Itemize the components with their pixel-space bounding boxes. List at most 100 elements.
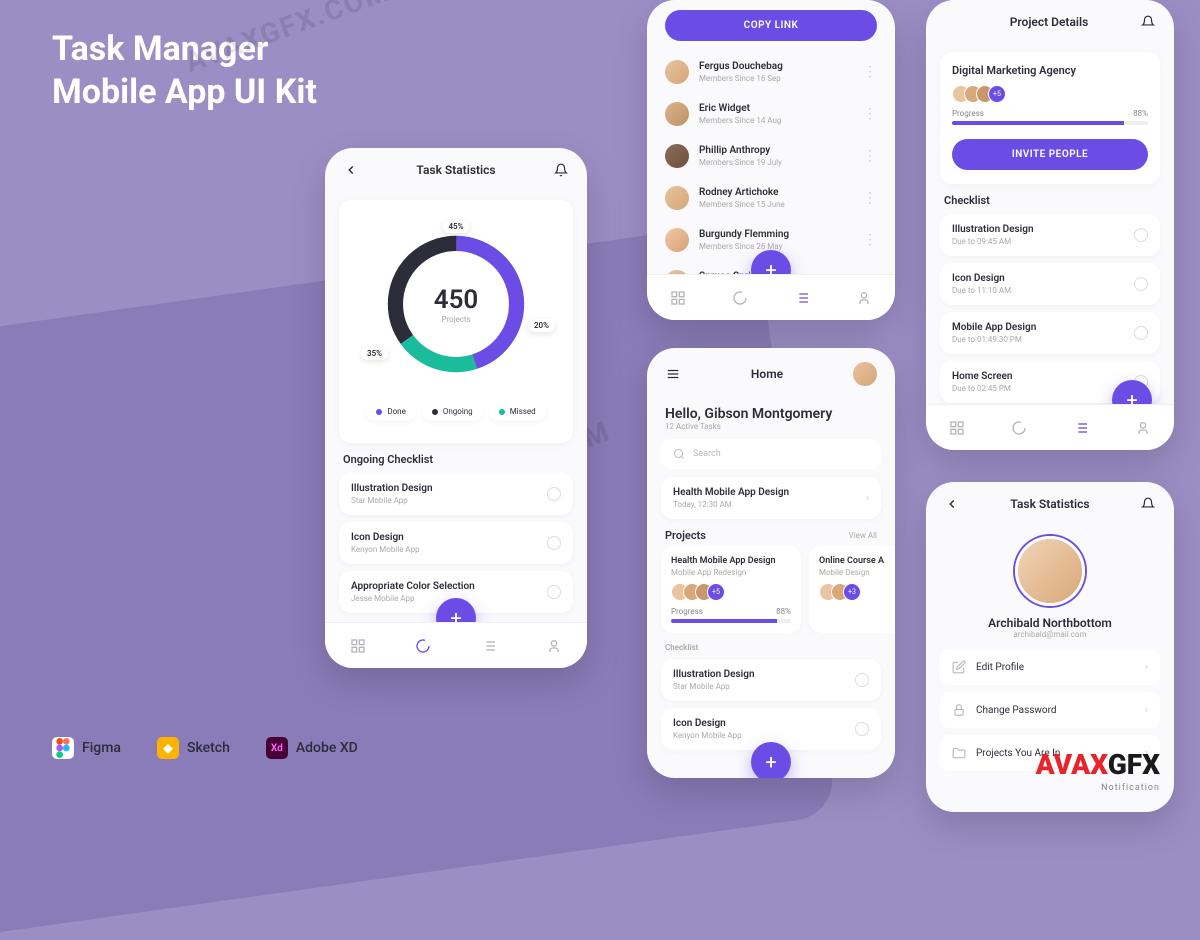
bottom-nav bbox=[647, 274, 895, 320]
nav-list-icon[interactable] bbox=[794, 290, 810, 306]
back-arrow-icon[interactable] bbox=[944, 496, 960, 512]
figma-icon bbox=[52, 737, 74, 759]
checklist-item[interactable]: Illustration DesignStar Mobile App bbox=[339, 473, 573, 515]
nav-user-icon[interactable] bbox=[546, 638, 562, 654]
member-row[interactable]: Fergus DouchebagMembers Since 16 Sep⋮ bbox=[647, 51, 895, 93]
avatar-more: +3 bbox=[843, 583, 861, 601]
nav-chart-icon[interactable] bbox=[415, 638, 431, 654]
featured-task[interactable]: Health Mobile App DesignToday, 12:30 AM› bbox=[661, 477, 881, 519]
site-logo-sub: Notification bbox=[1101, 783, 1160, 793]
checklist-item[interactable]: Icon DesignDue to 11:10 AM bbox=[940, 263, 1160, 305]
member-row[interactable]: Eric WidgetMembers Since 14 Aug⋮ bbox=[647, 93, 895, 135]
fab-add-button[interactable]: + bbox=[751, 742, 791, 778]
radio-icon[interactable] bbox=[1134, 228, 1148, 242]
bottom-nav bbox=[325, 622, 587, 668]
segment-label-ongoing: 35% bbox=[361, 347, 388, 360]
screen-title: Task Statistics bbox=[1010, 497, 1089, 511]
more-icon[interactable]: ⋮ bbox=[863, 69, 877, 75]
project-card[interactable]: Online Course A Mobile Design +3 bbox=[809, 546, 895, 633]
screen-title: Project Details bbox=[1010, 15, 1089, 29]
checklist-item[interactable]: Illustration DesignDue to 09:45 AM bbox=[940, 214, 1160, 256]
projects-label: Projects bbox=[665, 529, 706, 542]
tool-sketch: ◆Sketch bbox=[157, 737, 230, 759]
radio-icon[interactable] bbox=[855, 722, 869, 736]
chevron-right-icon: › bbox=[866, 493, 869, 504]
bell-icon[interactable] bbox=[1140, 14, 1156, 30]
search-input[interactable]: Search bbox=[661, 439, 881, 469]
greeting-text: Hello, Gibson Montgomery bbox=[665, 406, 877, 422]
radio-icon[interactable] bbox=[547, 487, 561, 501]
phone-task-statistics: Task Statistics 450 Projects 45% 35% 20%… bbox=[325, 148, 587, 668]
radio-icon[interactable] bbox=[855, 673, 869, 687]
radio-icon[interactable] bbox=[1134, 277, 1148, 291]
radio-icon[interactable] bbox=[547, 536, 561, 550]
checklist-item[interactable]: Icon DesignKenyon Mobile App bbox=[339, 522, 573, 564]
bell-icon[interactable] bbox=[553, 162, 569, 178]
invite-people-button[interactable]: INVITE PEOPLE bbox=[952, 139, 1148, 170]
legend-missed[interactable]: Missed bbox=[489, 402, 546, 421]
sketch-icon: ◆ bbox=[157, 737, 179, 759]
donut-chart: 450 Projects 45% 35% 20% bbox=[351, 212, 561, 396]
site-logo: AVAXGFX bbox=[1036, 748, 1160, 781]
nav-user-icon[interactable] bbox=[856, 290, 872, 306]
copy-link-button[interactable]: COPY LINK bbox=[665, 10, 877, 41]
nav-chart-icon[interactable] bbox=[1011, 420, 1027, 436]
more-icon[interactable]: ⋮ bbox=[863, 111, 877, 117]
phone-home: Home Hello, Gibson Montgomery 12 Active … bbox=[647, 348, 895, 778]
view-all-link[interactable]: View All bbox=[849, 531, 877, 540]
edit-icon bbox=[952, 660, 966, 674]
member-row[interactable]: Phillip AnthropyMembers Since 19 July⋮ bbox=[647, 135, 895, 177]
search-icon bbox=[673, 448, 685, 460]
profile-avatar[interactable] bbox=[853, 362, 877, 386]
bottom-nav bbox=[926, 404, 1174, 450]
legend-done[interactable]: Done bbox=[366, 402, 415, 421]
profile-avatar-large[interactable] bbox=[1015, 536, 1085, 606]
radio-icon[interactable] bbox=[547, 585, 561, 599]
nav-chart-icon[interactable] bbox=[732, 290, 748, 306]
donut-total: 450 bbox=[434, 285, 479, 315]
screen-title: Task Statistics bbox=[416, 163, 495, 177]
phone-members: COPY LINK Fergus DouchebagMembers Since … bbox=[647, 0, 895, 320]
screen-title: Home bbox=[751, 367, 783, 381]
ongoing-checklist-label: Ongoing Checklist bbox=[343, 453, 569, 466]
profile-email: archibald@mail.com bbox=[926, 630, 1174, 639]
legend-ongoing[interactable]: Ongoing bbox=[422, 402, 483, 421]
avatar-more: +5 bbox=[707, 583, 725, 601]
menu-edit-profile[interactable]: Edit Profile› bbox=[940, 649, 1160, 685]
nav-list-icon[interactable] bbox=[1073, 420, 1089, 436]
member-row[interactable]: Rodney ArtichokeMembers Since 15 June⋮ bbox=[647, 177, 895, 219]
tool-figma: Figma bbox=[52, 737, 121, 759]
nav-list-icon[interactable] bbox=[481, 638, 497, 654]
more-icon[interactable]: ⋮ bbox=[863, 195, 877, 201]
checklist-label: Checklist bbox=[944, 194, 1156, 207]
checklist-item[interactable]: Mobile App DesignDue to 01:49:30 PM bbox=[940, 312, 1160, 354]
checklist-item[interactable]: Illustration DesignStar Mobile App bbox=[661, 659, 881, 701]
checklist-label: Checklist bbox=[665, 643, 698, 652]
avatar bbox=[665, 60, 689, 84]
more-icon[interactable]: ⋮ bbox=[863, 237, 877, 243]
tool-xd: XdAdobe XD bbox=[266, 737, 358, 759]
avatar-more: +5 bbox=[988, 85, 1006, 103]
nav-grid-icon[interactable] bbox=[949, 420, 965, 436]
chevron-right-icon: › bbox=[1145, 705, 1148, 716]
nav-user-icon[interactable] bbox=[1135, 420, 1151, 436]
avatar bbox=[665, 228, 689, 252]
active-tasks-label: 12 Active Tasks bbox=[665, 422, 877, 431]
lock-icon bbox=[952, 703, 966, 717]
back-arrow-icon[interactable] bbox=[343, 162, 359, 178]
radio-icon[interactable] bbox=[1134, 326, 1148, 340]
avatar bbox=[665, 144, 689, 168]
project-card[interactable]: Health Mobile App Design Mobile App Rede… bbox=[661, 546, 801, 633]
nav-grid-icon[interactable] bbox=[350, 638, 366, 654]
menu-change-password[interactable]: Change Password› bbox=[940, 692, 1160, 728]
menu-icon[interactable] bbox=[665, 366, 681, 382]
more-icon[interactable]: ⋮ bbox=[863, 153, 877, 159]
nav-grid-icon[interactable] bbox=[670, 290, 686, 306]
bell-icon[interactable] bbox=[1140, 496, 1156, 512]
phone-project-details: Project Details Digital Marketing Agency… bbox=[926, 0, 1174, 450]
segment-label-done: 45% bbox=[442, 220, 469, 233]
xd-icon: Xd bbox=[266, 737, 288, 759]
chevron-right-icon: › bbox=[1145, 662, 1148, 673]
tools-row: Figma ◆Sketch XdAdobe XD bbox=[52, 737, 358, 759]
profile-name: Archibald Northbottom bbox=[926, 616, 1174, 630]
